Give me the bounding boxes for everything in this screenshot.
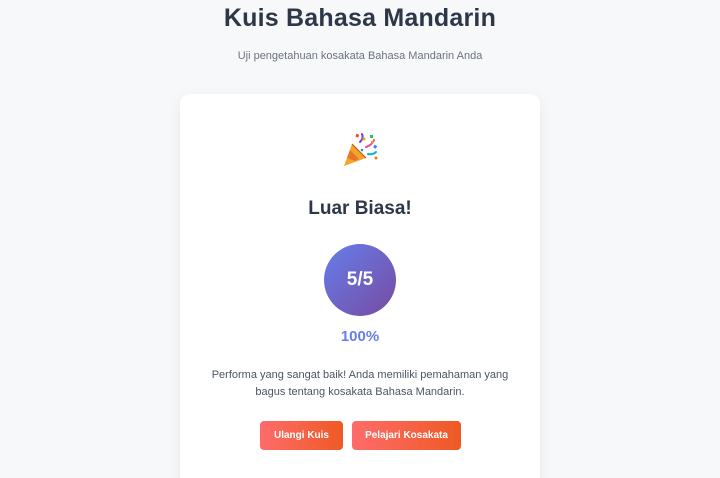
result-message: Performa yang sangat baik! Anda memiliki… <box>211 369 509 398</box>
quiz-page: Kuis Bahasa Mandarin Uji pengetahuan kos… <box>0 0 720 478</box>
score-circle: 5/5 <box>324 244 396 316</box>
page-subtitle: Uji pengetahuan kosakata Bahasa Mandarin… <box>237 50 483 62</box>
result-card: Luar Biasa! 5/5 100% Performa yang sanga… <box>180 94 540 478</box>
score-percentage: 100% <box>340 328 380 345</box>
retry-quiz-button[interactable]: Ulangi Kuis <box>260 421 343 450</box>
party-popper-icon <box>344 133 378 166</box>
page-title: Kuis Bahasa Mandarin <box>223 4 497 32</box>
score-text: 5/5 <box>346 269 374 290</box>
result-heading: Luar Biasa! <box>308 198 412 219</box>
learn-vocabulary-button[interactable]: Pelajari Kosakata <box>352 421 461 450</box>
